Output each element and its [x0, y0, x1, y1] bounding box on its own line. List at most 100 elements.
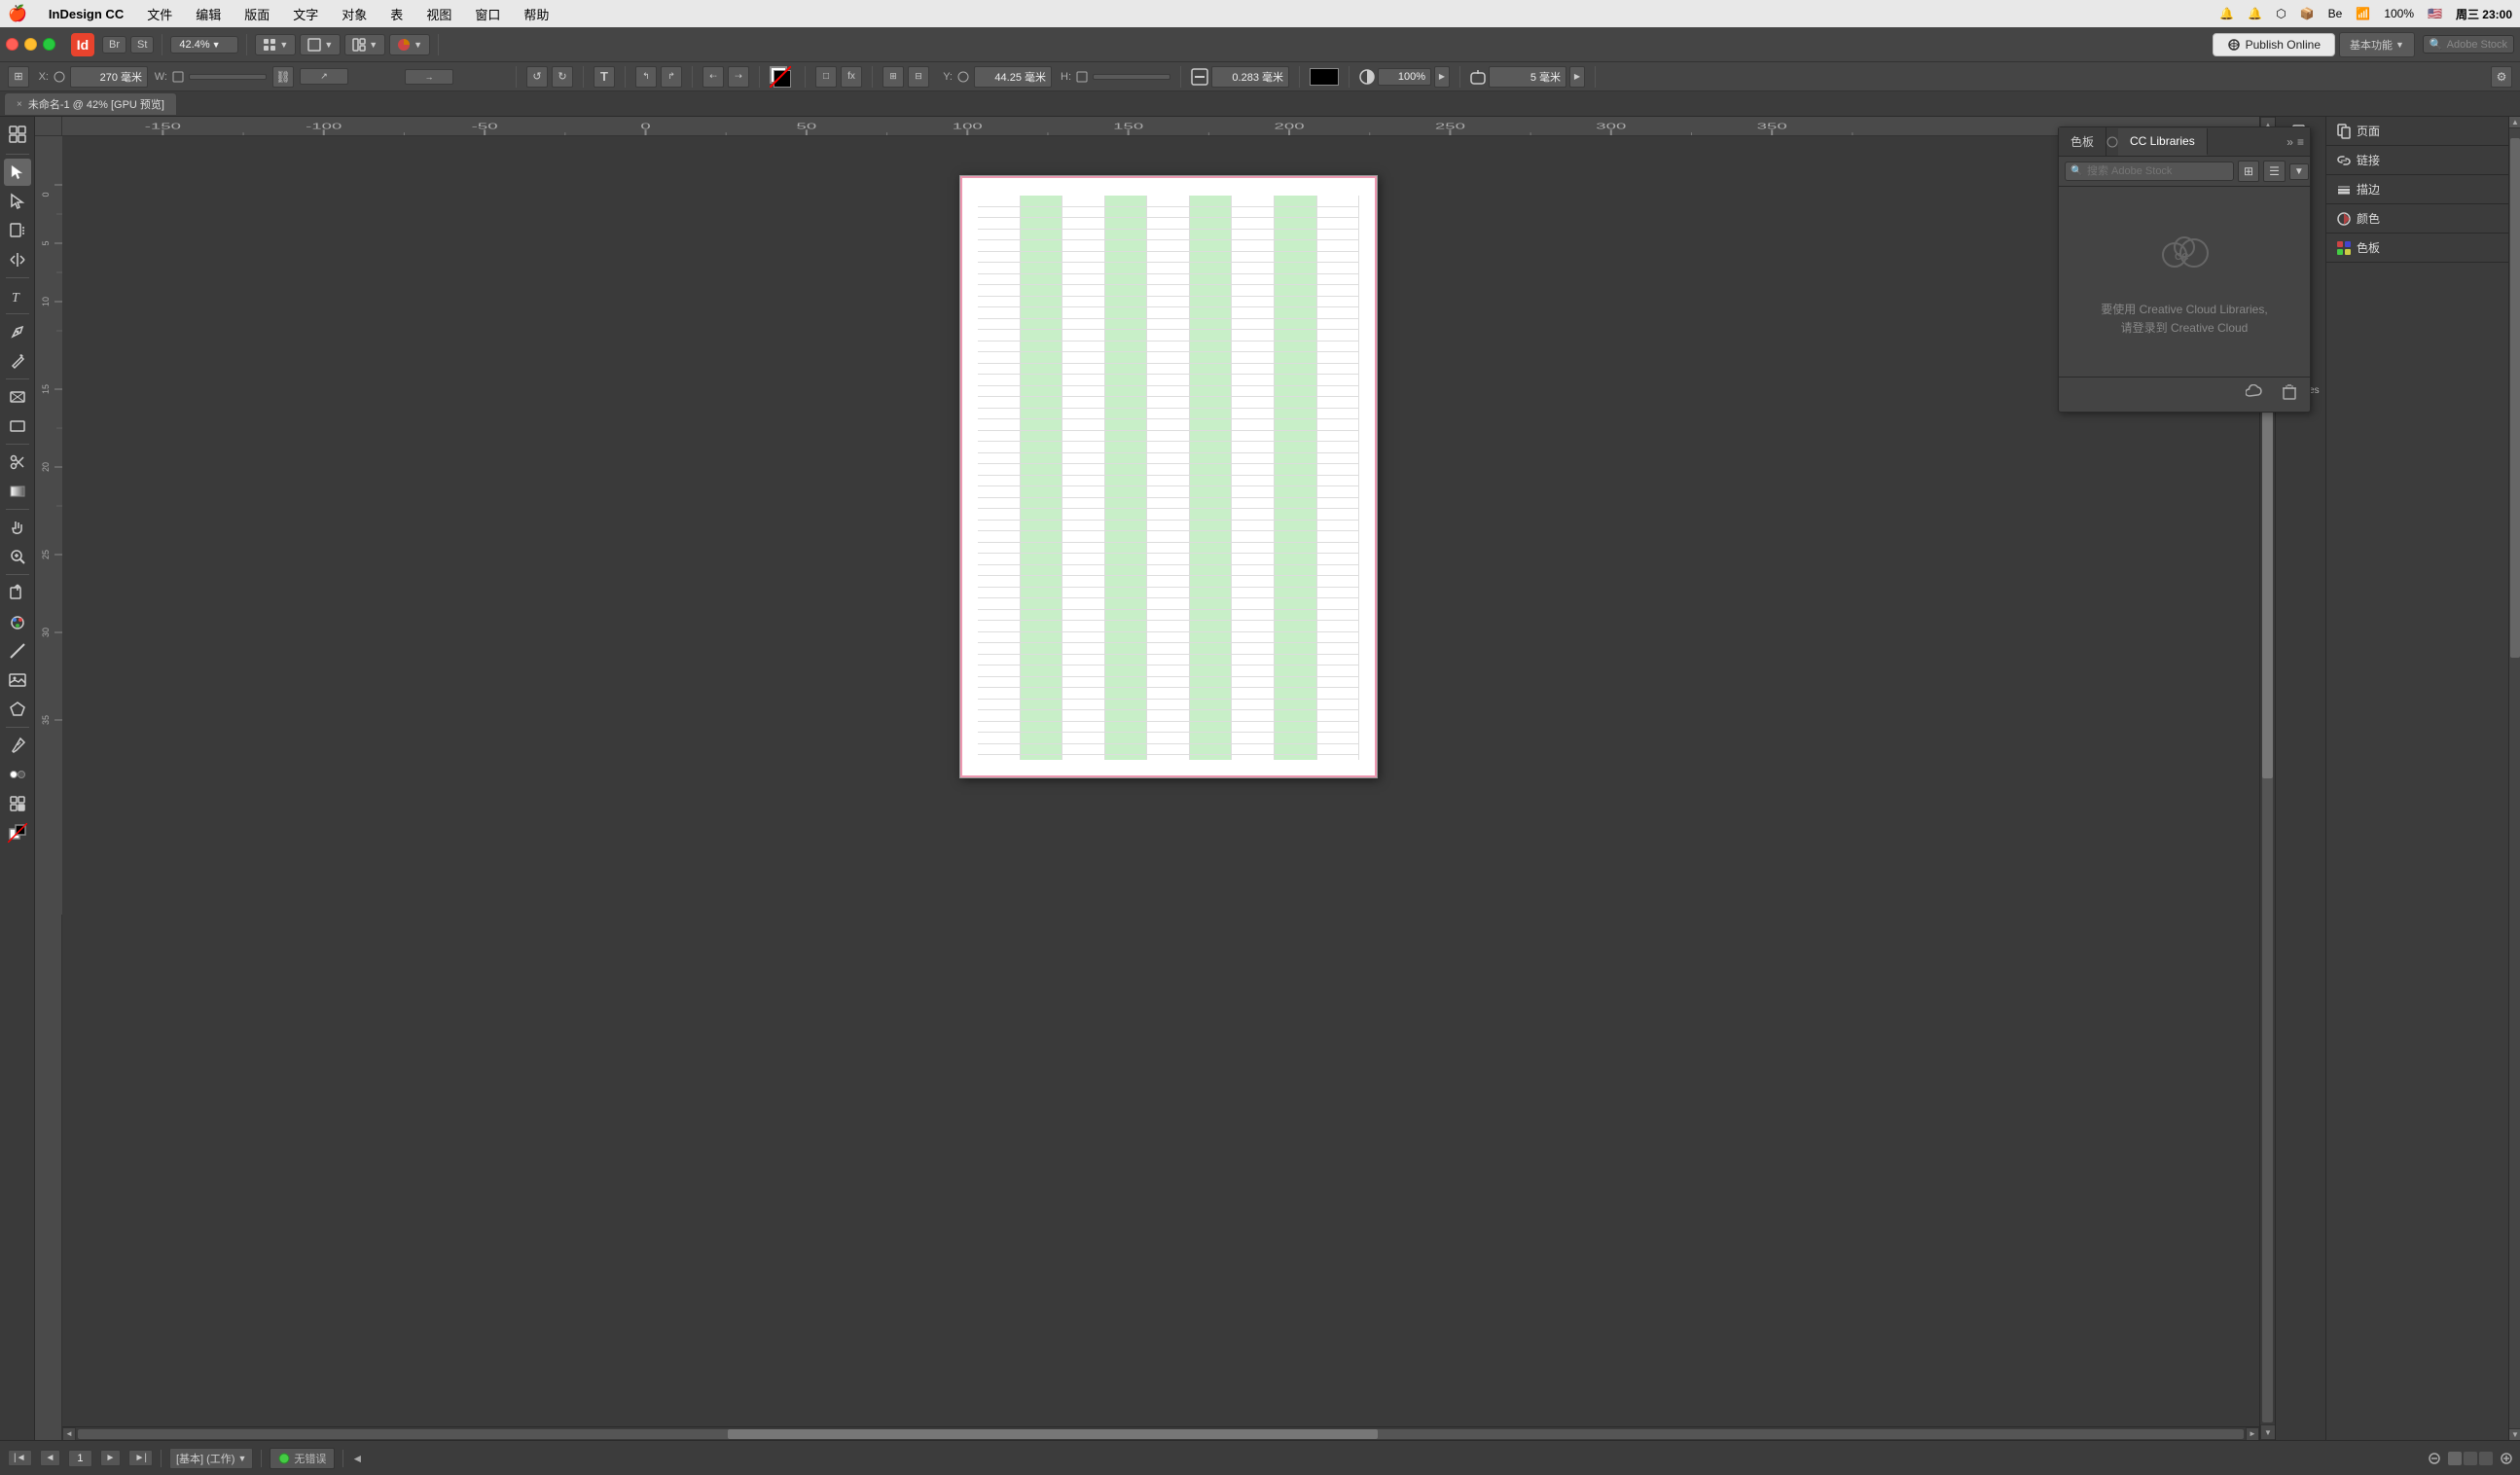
layout-options-button[interactable]: ▼ [344, 34, 385, 55]
cc-search-input[interactable] [2065, 162, 2234, 181]
place-tool[interactable] [4, 579, 31, 606]
prev-page-btn[interactable]: ◄ [40, 1450, 61, 1466]
first-page-btn[interactable]: |◄ [8, 1450, 32, 1466]
gap-tool[interactable] [4, 246, 31, 273]
doc-page-wrapper[interactable] [62, 136, 2275, 1440]
corner-dropdown-btn[interactable]: ▶ [1569, 66, 1585, 88]
scrollbar-down-arrow[interactable]: ▼ [2509, 1428, 2520, 1440]
current-page-num[interactable]: 1 [68, 1450, 91, 1467]
search-box[interactable]: 🔍 Adobe Stock [2423, 35, 2514, 54]
basic-function-button[interactable]: 基本功能 ▼ [2339, 32, 2415, 57]
scrollbar-up-arrow[interactable]: ▲ [2509, 117, 2520, 128]
opacity-more-btn[interactable]: ▶ [1434, 66, 1450, 88]
notification2-icon[interactable]: 🔔 [2248, 7, 2262, 20]
cc-panel-expand-btn[interactable]: » [2286, 135, 2293, 149]
opacity-value[interactable]: 100% [1378, 68, 1431, 86]
bridge-button[interactable]: Br [102, 36, 126, 54]
menu-window[interactable]: 窗口 [469, 3, 506, 25]
opacity-btn[interactable]: fx [841, 66, 862, 88]
cc-footer-delete-btn[interactable] [2277, 381, 2302, 408]
scrollbar-thumb[interactable] [2510, 138, 2520, 658]
next-page-btn[interactable]: ► [100, 1450, 122, 1466]
page-tool[interactable] [4, 217, 31, 244]
menu-layout[interactable]: 版面 [238, 3, 275, 25]
frame-tool[interactable] [4, 383, 31, 411]
stock-button[interactable]: St [130, 36, 154, 54]
horizontal-scrollbar[interactable]: ◄ ► [62, 1426, 2259, 1440]
corner-value[interactable]: 5 毫米 [1489, 66, 1566, 88]
page-layout-dropdown[interactable]: [基本] (工作) ▼ [169, 1448, 253, 1469]
creative-cloud-icon[interactable]: ⬡ [2276, 7, 2286, 20]
menu-table[interactable]: 表 [384, 3, 409, 25]
menu-object[interactable]: 对象 [336, 3, 373, 25]
undo-btn[interactable]: ↺ [526, 66, 548, 88]
notification-icon[interactable]: 🔔 [2219, 7, 2234, 20]
shear-value[interactable] [457, 75, 506, 79]
align-center-btn[interactable]: ⊟ [908, 66, 929, 88]
redo-btn[interactable]: ↻ [552, 66, 573, 88]
apple-menu[interactable]: 🍎 [8, 4, 27, 23]
minimize-traffic-light[interactable] [24, 38, 37, 51]
h-value[interactable] [1093, 74, 1170, 80]
x-value[interactable]: 270 毫米 [70, 66, 148, 88]
app-name[interactable]: InDesign CC [43, 5, 129, 23]
links-panel-header[interactable]: 链接 [2326, 146, 2520, 175]
hand-tool[interactable] [4, 514, 31, 541]
gradient-tool[interactable] [4, 478, 31, 505]
wifi-icon[interactable]: 📶 [2356, 7, 2370, 20]
flow-btn3[interactable]: ⇠ [702, 66, 724, 88]
fullscreen-traffic-light[interactable] [43, 38, 55, 51]
selection-tool[interactable] [4, 159, 31, 186]
zoom-out-btn[interactable] [2429, 1453, 2440, 1464]
zoom-tool[interactable] [4, 543, 31, 570]
cc-grid-view-btn[interactable]: ⊞ [2238, 161, 2259, 182]
settings-btn[interactable]: ⚙ [2491, 66, 2512, 88]
w-value[interactable] [189, 74, 267, 80]
quick-apply-btn[interactable] [4, 121, 31, 148]
view-mode-3[interactable] [2479, 1452, 2493, 1465]
stock-icon[interactable]: 📦 [2300, 7, 2315, 20]
zoom-in-btn[interactable] [2501, 1453, 2512, 1464]
link-dimensions-btn[interactable]: ⛓ [272, 66, 294, 88]
zoom-level[interactable]: 42.4% ▼ [170, 36, 238, 54]
view-mode-1[interactable] [2448, 1452, 2462, 1465]
scroll-left-indicator[interactable]: ◄ [351, 1452, 363, 1465]
text-frame-btn[interactable]: T [594, 66, 615, 88]
rectangle-tool[interactable] [4, 413, 31, 440]
scroll-left-btn[interactable]: ◄ [62, 1427, 76, 1441]
direct-selection-tool[interactable] [4, 188, 31, 215]
menu-edit[interactable]: 编辑 [190, 3, 227, 25]
close-traffic-light[interactable] [6, 38, 18, 51]
line-tool[interactable] [4, 637, 31, 665]
color-panel-header[interactable]: 颜色 [2326, 204, 2520, 234]
canvas-area[interactable]: -150 -100 -50 0 50 100 150 200 250 300 [35, 117, 2275, 1440]
cc-dropdown-btn[interactable]: ▼ [2289, 163, 2309, 180]
menu-help[interactable]: 帮助 [518, 3, 555, 25]
cc-list-view-btn[interactable]: ☰ [2263, 161, 2286, 182]
y-value[interactable]: 44.25 毫米 [974, 66, 1052, 88]
scroll-down-btn[interactable]: ▼ [2260, 1424, 2275, 1440]
flow-btn1[interactable]: ↰ [635, 66, 657, 88]
stroke-value[interactable]: 0.283 毫米 [1211, 66, 1289, 88]
cc-panel-menu-btn[interactable]: ≡ [2297, 135, 2304, 149]
swatches-panel-header[interactable]: 色板 [2326, 234, 2520, 263]
behance-icon[interactable]: Be [2328, 7, 2343, 20]
pages-panel-header[interactable]: 页面 [2326, 117, 2520, 146]
transform-btn2[interactable]: → [405, 69, 453, 85]
menu-text[interactable]: 文字 [287, 3, 324, 25]
scroll-right-btn[interactable]: ► [2246, 1427, 2259, 1441]
swatches-tab[interactable]: 色板 [2059, 127, 2106, 156]
menu-file[interactable]: 文件 [141, 3, 178, 25]
document-tab[interactable]: × 未命名-1 @ 42% [GPU 预览] [4, 92, 177, 115]
image-tool[interactable] [4, 666, 31, 694]
cc-footer-cloud-btn[interactable] [2240, 381, 2269, 408]
pencil-tool[interactable] [4, 347, 31, 375]
type-tool[interactable]: T [4, 282, 31, 309]
stroke-panel-header[interactable]: 描边 [2326, 175, 2520, 204]
view-mode-2[interactable] [2464, 1452, 2477, 1465]
blend-tool[interactable] [4, 761, 31, 788]
doc-tab-close[interactable]: × [17, 99, 22, 110]
align-left-btn[interactable]: ⊞ [882, 66, 904, 88]
publish-online-button[interactable]: Publish Online [2213, 33, 2335, 56]
color-theme-tool[interactable] [4, 608, 31, 635]
